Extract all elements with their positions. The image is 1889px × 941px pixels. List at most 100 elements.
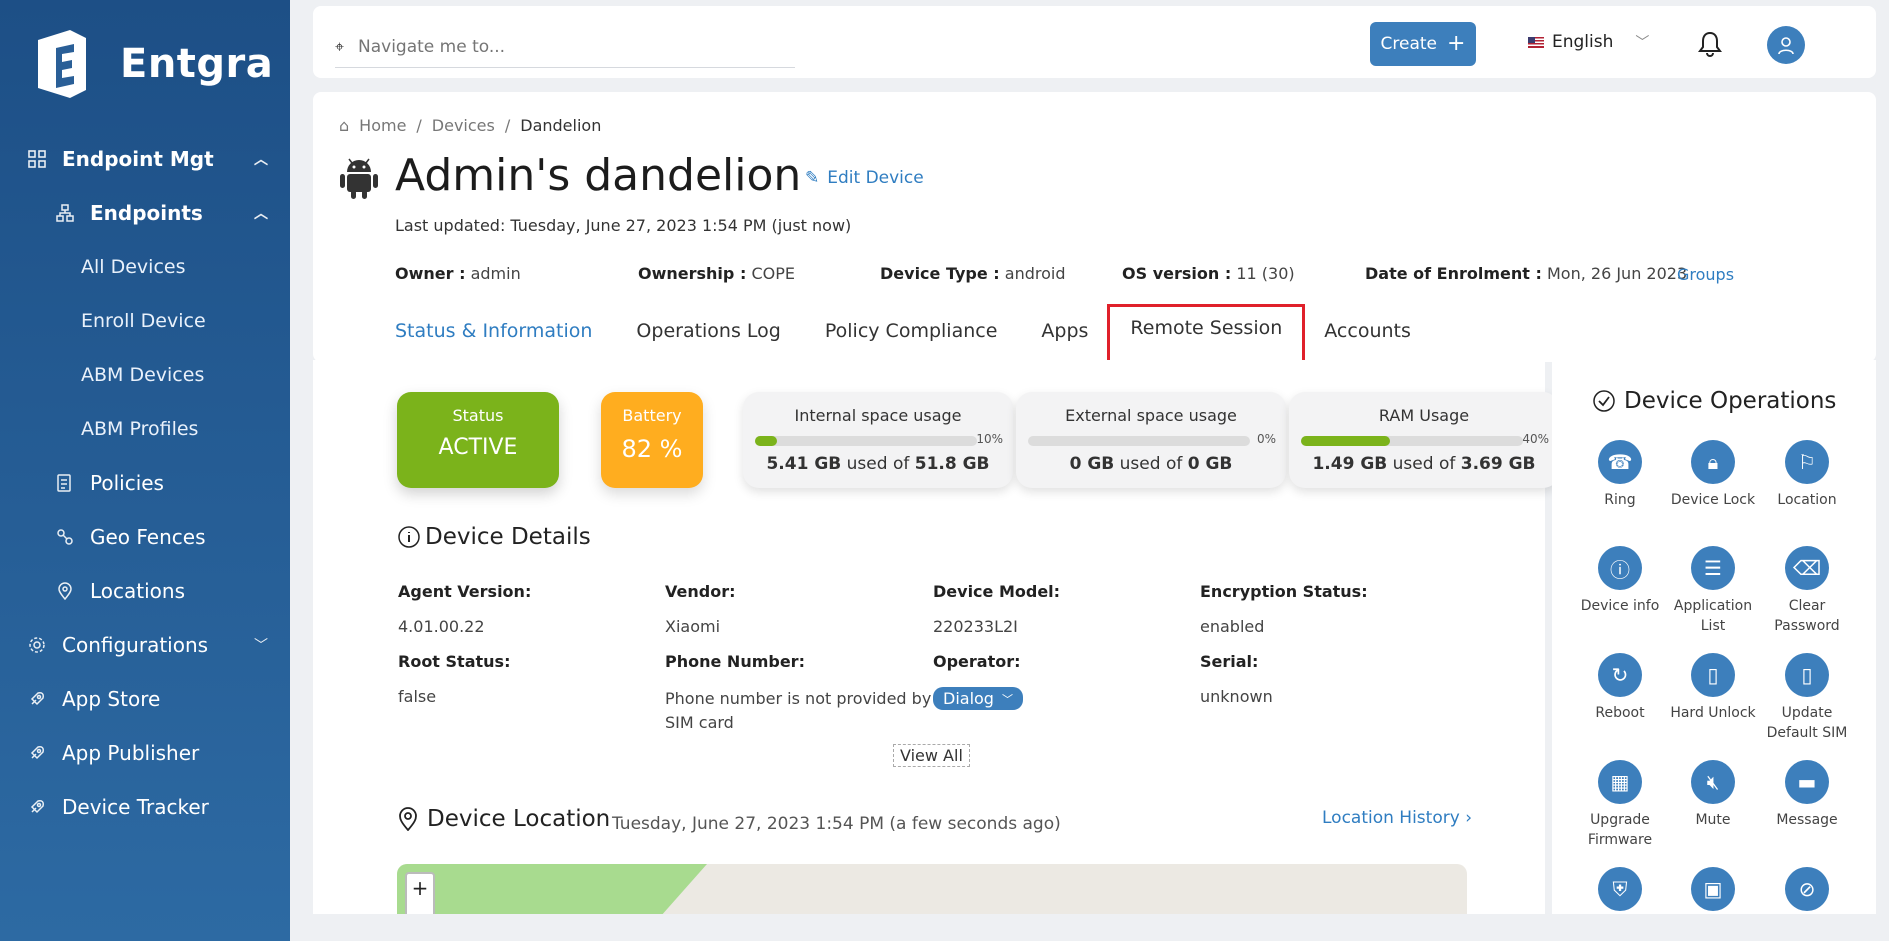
tab-policy-compliance[interactable]: Policy Compliance <box>825 310 998 362</box>
serial-label: Serial: <box>1200 652 1259 671</box>
sidebar-item-endpoints[interactable]: Endpoints ︿ <box>0 186 290 240</box>
lock-icon: 🔒︎ <box>1691 440 1735 484</box>
create-button[interactable]: Create + <box>1370 22 1476 66</box>
op-hard-unlock[interactable]: ▯ Hard Unlock <box>1666 653 1760 723</box>
op-label: Ring <box>1604 492 1636 508</box>
brand-name: Entgra <box>120 41 274 87</box>
vendor-label: Vendor: <box>665 582 736 601</box>
logo[interactable]: Entgra <box>30 28 273 100</box>
sidebar-item-label: Device Tracker <box>62 795 209 819</box>
sidebar-item-label: Policies <box>90 471 164 495</box>
sidebar-item-label: Geo Fences <box>90 525 206 549</box>
usage-mid: used of <box>1387 454 1461 474</box>
hierarchy-icon <box>54 202 76 224</box>
check-circle-icon <box>1593 390 1615 412</box>
op-ring[interactable]: ☎ Ring <box>1573 440 1667 510</box>
usage-bar <box>755 436 977 446</box>
op-upgrade-firmware[interactable]: ▦ Upgrade Firmware <box>1573 760 1667 850</box>
zoom-in-button[interactable]: + <box>407 874 433 902</box>
usage-total: 51.8 GB <box>914 454 990 474</box>
block-icon: ⊘ <box>1785 867 1829 911</box>
label-text: Device Model <box>933 582 1054 601</box>
tab-status-information[interactable]: Status & Information <box>395 310 593 363</box>
device-operations-label: Device Operations <box>1624 388 1837 414</box>
bell-icon[interactable] <box>1697 30 1723 58</box>
breadcrumb-separator: / <box>416 116 422 135</box>
location-timestamp: Tuesday, June 27, 2023 1:54 PM (a few se… <box>612 814 1061 834</box>
sidebar: Entgra Endpoint Mgt ︿ Endpoints ︿ All De… <box>0 0 290 941</box>
shield-icon: ⛨ <box>1598 867 1642 911</box>
sidebar-item-label: App Publisher <box>62 741 200 765</box>
rocket-icon <box>26 796 48 818</box>
op-mute[interactable]: 🔇︎ Mute <box>1666 760 1760 830</box>
breadcrumb-devices[interactable]: Devices <box>432 116 495 135</box>
sidebar-item-endpoint-mgt[interactable]: Endpoint Mgt ︿ <box>0 132 290 186</box>
device-location-title: Device Location <box>397 806 610 832</box>
op-update-default-sim[interactable]: ▯ Update Default SIM <box>1760 653 1854 743</box>
sidebar-item-geo-fences[interactable]: Geo Fences <box>0 510 290 564</box>
sidebar-item-device-tracker[interactable]: Device Tracker <box>0 780 290 834</box>
chevron-down-icon: ﹀ <box>1635 35 1650 51</box>
op-label: Upgrade Firmware <box>1587 812 1653 848</box>
op-save[interactable]: ▣ <box>1666 867 1760 911</box>
info-icon: ⓘ <box>1598 546 1642 590</box>
location-history-link[interactable]: Location History › <box>1322 808 1472 828</box>
serial-value: unknown <box>1200 687 1273 706</box>
us-flag-icon <box>1528 36 1544 48</box>
view-all-button[interactable]: View All <box>893 744 970 767</box>
device-header: ⌂ Home / Devices / Dandelion Admin's dan… <box>313 92 1876 367</box>
sidebar-item-app-store[interactable]: App Store <box>0 672 290 726</box>
op-application-list[interactable]: ☰ Application List <box>1666 546 1760 636</box>
page-footer-strip <box>290 914 1889 941</box>
rocket-icon <box>26 742 48 764</box>
sidebar-item-label: Enroll Device <box>81 310 206 332</box>
breadcrumb-home[interactable]: Home <box>359 116 406 135</box>
sidebar-item-label: All Devices <box>81 256 186 278</box>
op-location[interactable]: ⚐ Location <box>1760 440 1854 510</box>
tab-remote-session[interactable]: Remote Session <box>1107 304 1306 367</box>
sidebar-item-enroll-device[interactable]: Enroll Device <box>0 294 290 348</box>
op-security[interactable]: ⛨ <box>1573 867 1667 911</box>
op-block[interactable]: ⊘ <box>1760 867 1854 911</box>
tab-operations-log[interactable]: Operations Log <box>636 310 780 362</box>
create-button-label: Create <box>1380 34 1438 54</box>
groups-link[interactable]: Groups <box>1677 265 1734 284</box>
op-device-lock[interactable]: 🔒︎ Device Lock <box>1666 440 1760 510</box>
op-label: Mute <box>1695 812 1731 828</box>
page-title: Admin's dandelion <box>395 150 802 201</box>
pencil-icon: ✎ <box>805 168 820 188</box>
user-avatar[interactable] <box>1767 26 1805 64</box>
sidebar-item-all-devices[interactable]: All Devices <box>0 240 290 294</box>
op-reboot[interactable]: ↻ Reboot <box>1573 653 1667 723</box>
usage-bar-fill <box>755 436 778 446</box>
battery-card: Battery 82 % <box>601 392 703 488</box>
location-history-label: Location History <box>1322 808 1460 828</box>
op-message[interactable]: ▬ Message <box>1760 760 1854 830</box>
operator-dropdown[interactable]: Dialog ﹀ <box>933 687 1023 710</box>
sidebar-item-app-publisher[interactable]: App Publisher <box>0 726 290 780</box>
vendor-value: Xiaomi <box>665 617 721 636</box>
sidebar-item-policies[interactable]: Policies <box>0 456 290 510</box>
usage-label: External space usage <box>1065 406 1237 425</box>
status-information-panel: Status ACTIVE Battery 82 % Internal spac… <box>313 360 1559 914</box>
sidebar-item-abm-devices[interactable]: ABM Devices <box>0 348 290 402</box>
op-label: Application List <box>1673 598 1753 634</box>
op-label: Update Default SIM <box>1766 705 1848 741</box>
label-text: Vendor <box>665 582 730 601</box>
sidebar-item-locations[interactable]: Locations <box>0 564 290 618</box>
save-icon: ▣ <box>1691 867 1735 911</box>
device-map[interactable]: + <box>397 864 1467 914</box>
tab-accounts[interactable]: Accounts <box>1324 310 1411 362</box>
edit-device-link[interactable]: ✎ Edit Device <box>805 168 924 188</box>
breadcrumb-current: Dandelion <box>520 116 602 135</box>
language-selector[interactable]: English ﹀ <box>1528 32 1649 52</box>
mobile-icon: ▯ <box>1691 653 1735 697</box>
navigate-input[interactable] <box>358 36 759 57</box>
tab-apps[interactable]: Apps <box>1041 310 1088 362</box>
label-text: Root Status <box>398 652 505 671</box>
op-clear-password[interactable]: ⌫ Clear Password <box>1760 546 1854 636</box>
owner-label: Owner : <box>395 264 466 283</box>
sidebar-item-configurations[interactable]: Configurations ﹀ <box>0 618 290 672</box>
sidebar-item-abm-profiles[interactable]: ABM Profiles <box>0 402 290 456</box>
op-device-info[interactable]: ⓘ Device info <box>1573 546 1667 616</box>
